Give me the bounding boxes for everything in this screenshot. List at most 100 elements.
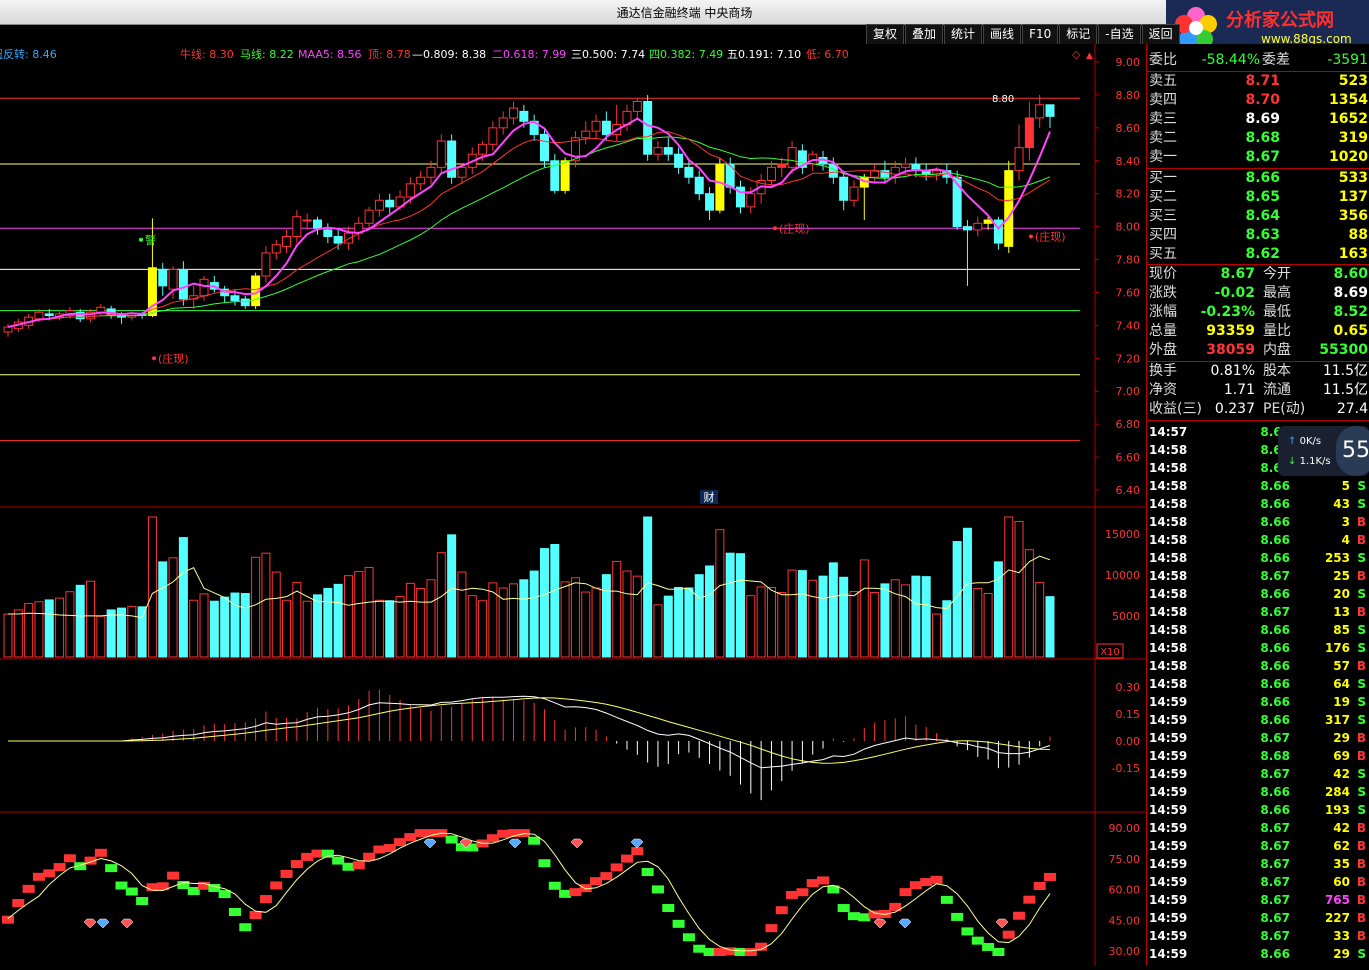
volume-bar — [24, 603, 34, 658]
tick-volume: 765 — [1324, 893, 1350, 907]
ask-price: 8.71 — [1245, 73, 1280, 89]
weibi-value: -58.44% — [1201, 52, 1260, 68]
fund-value: 1.71 — [1223, 382, 1255, 398]
candle-body — [725, 163, 735, 188]
volume-bar — [1045, 596, 1055, 658]
bid-volume: 163 — [1338, 246, 1368, 262]
tick-row: 14:59 8.67 42 B — [1147, 819, 1369, 837]
tick-row: 14:59 8.67 60 B — [1147, 873, 1369, 891]
indicator-item-6: 二0.618: 7.99 — [492, 48, 566, 61]
volume-bar — [292, 581, 302, 658]
price-axis-label: 8.60 — [1116, 122, 1141, 135]
volume-bar — [581, 591, 591, 658]
candle-body — [447, 140, 457, 178]
toolbar-button-2[interactable]: 统计 — [944, 24, 983, 45]
zhuang-dot — [1029, 234, 1033, 239]
stat-label: 最低 — [1263, 304, 1291, 320]
tick-time: 14:58 — [1149, 587, 1188, 601]
stat-value: 38059 — [1206, 342, 1255, 358]
toolbar-button-3[interactable]: 画线 — [983, 24, 1022, 45]
volume-bar — [405, 582, 415, 658]
fund-label: 收益(三) — [1149, 401, 1202, 417]
tick-price: 8.66 — [1260, 497, 1290, 511]
kdj-step-block — [961, 927, 974, 936]
chart-area[interactable]: 扭反转: 8.46 牛线: 8.30 马线: 8.22 MAA5: 8.56 顶: 8.… — [0, 44, 1146, 966]
volume-bar — [818, 575, 828, 658]
stat-row: 涨跌 -0.02 最高 8.69 — [1147, 284, 1369, 303]
tick-price: 8.66 — [1260, 641, 1290, 655]
bid-label: 买二 — [1149, 189, 1177, 205]
tick-price: 8.67 — [1260, 929, 1290, 943]
candle-body — [478, 143, 488, 155]
volume-bar — [86, 580, 96, 658]
toolbar-button-7[interactable]: 返回 — [1141, 24, 1180, 45]
tick-side: B — [1356, 731, 1366, 745]
bid-volume: 356 — [1338, 208, 1368, 224]
kdj-step-block — [600, 872, 613, 881]
toolbar-button-5[interactable]: 标记 — [1059, 24, 1098, 45]
high-price-label: 8.80 — [992, 94, 1014, 105]
fund-row: 换手 0.81% 股本 11.5亿 — [1147, 362, 1369, 381]
volume-bar — [44, 599, 54, 658]
kdj-step-block — [1044, 872, 1056, 881]
kdj-step-block — [497, 829, 510, 838]
volume-bar — [457, 571, 467, 658]
tick-row: 14:58 8.66 176 S — [1147, 639, 1369, 657]
tick-time: 14:59 — [1149, 839, 1188, 853]
kdj-step-block — [548, 881, 561, 890]
ask-price: 8.68 — [1245, 130, 1280, 146]
volume-bar — [808, 579, 818, 658]
tick-side: B — [1356, 893, 1366, 907]
tick-time: 14:58 — [1149, 659, 1188, 673]
volume-bar — [96, 615, 106, 658]
network-speed-widget[interactable]: ↑ 0K/s ↓ 1.1K/s 55 — [1278, 426, 1369, 476]
upload-speed: ↑ 0K/s — [1288, 436, 1321, 447]
stat-row: 总量 93359 量比 0.65 — [1147, 322, 1369, 341]
window-titlebar: 通达信金融终端 中央商场 — [0, 0, 1369, 25]
macd-axis-label: 0.15 — [1116, 708, 1141, 721]
candle-body — [3, 326, 13, 333]
tick-side: S — [1357, 695, 1366, 709]
toolbar-button-6[interactable]: -自选 — [1098, 24, 1141, 45]
kdj-step-block — [734, 948, 747, 956]
tick-volume: 5 — [1341, 479, 1350, 493]
toolbar-button-0[interactable]: 复权 — [866, 24, 905, 45]
tick-time: 14:59 — [1149, 767, 1188, 781]
bid-label: 买四 — [1149, 227, 1177, 243]
kdj-step-block — [868, 910, 881, 919]
candle-body — [519, 110, 529, 122]
bid-price: 8.64 — [1245, 208, 1280, 224]
upload-arrow-icon: ↑ — [1288, 436, 1297, 447]
tick-volume: 33 — [1333, 929, 1350, 943]
tick-price: 8.66 — [1260, 947, 1290, 961]
tick-side: S — [1357, 551, 1366, 565]
volume-bar — [34, 601, 44, 658]
candle-body — [581, 130, 591, 139]
volume-bar — [3, 613, 13, 658]
indicator-item-7: 三0.500: 7.74 — [571, 48, 645, 61]
volume-bar — [601, 574, 611, 658]
volume-bar — [1014, 521, 1024, 658]
kdj-axis-label: 45.00 — [1109, 914, 1141, 927]
tick-volume: 4 — [1341, 533, 1350, 547]
candle-body — [1035, 104, 1045, 119]
toolbar-button-4[interactable]: F10 — [1022, 24, 1059, 45]
tick-row: 14:59 8.67 42 S — [1147, 765, 1369, 783]
tick-side: B — [1356, 605, 1366, 619]
price-axis-label: 6.60 — [1116, 451, 1141, 464]
bid-row: 买二 8.65 137 — [1147, 188, 1369, 207]
candle-body — [715, 163, 725, 211]
warn-label: 警 — [145, 233, 156, 247]
volume-bar — [251, 556, 261, 658]
tick-side: B — [1356, 821, 1366, 835]
volume-bar — [890, 579, 900, 658]
toolbar-button-1[interactable]: 叠加 — [905, 24, 944, 45]
kline-chart[interactable]: 扭反转: 8.46 牛线: 8.30 马线: 8.22 MAA5: 8.56 顶: 8.… — [0, 44, 1146, 966]
candle-body — [168, 268, 178, 290]
tick-side: S — [1357, 479, 1366, 493]
tick-price: 8.67 — [1260, 605, 1290, 619]
volume-bar — [983, 593, 993, 658]
candle-body — [539, 133, 549, 162]
window-title: 通达信金融终端 中央商场 — [616, 6, 753, 20]
candle-body — [457, 166, 467, 178]
